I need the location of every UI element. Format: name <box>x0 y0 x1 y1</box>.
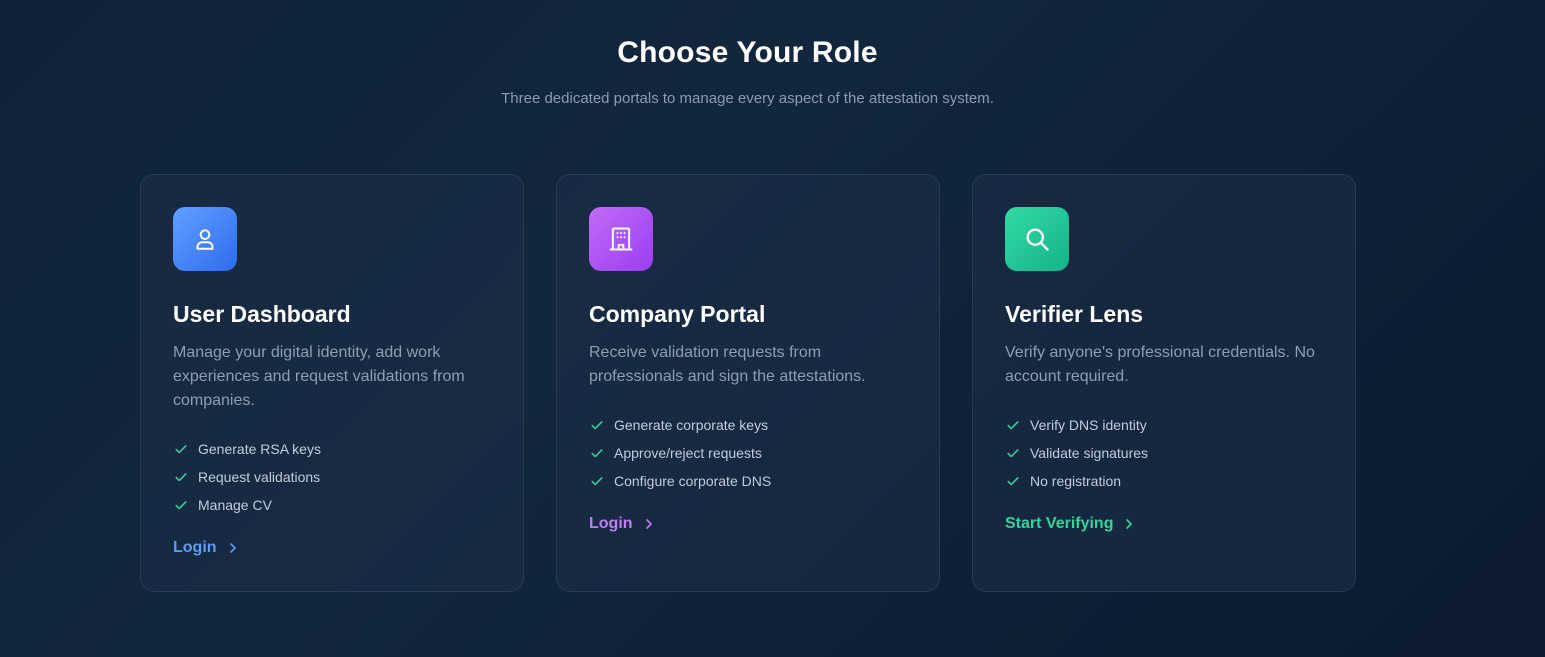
feature-item: Request validations <box>173 463 491 491</box>
feature-label: Verify DNS identity <box>1030 417 1147 433</box>
feature-item: Approve/reject requests <box>589 439 907 467</box>
chevron-right-icon <box>229 543 236 553</box>
check-icon <box>1007 449 1019 458</box>
feature-label: Approve/reject requests <box>614 445 762 461</box>
building-icon <box>589 207 653 271</box>
check-icon <box>1007 477 1019 486</box>
role-card-user-dashboard: User Dashboard Manage your digital ident… <box>140 174 524 592</box>
feature-list: Generate corporate keys Approve/reject r… <box>589 411 907 495</box>
feature-item: Generate corporate keys <box>589 411 907 439</box>
check-icon <box>591 477 603 486</box>
feature-label: Manage CV <box>198 497 272 513</box>
page-title: Choose Your Role <box>617 36 878 69</box>
card-description: Manage your digital identity, add work e… <box>173 344 465 409</box>
user-login-link[interactable]: Login <box>173 539 239 557</box>
cta-label: Start Verifying <box>1005 515 1114 532</box>
check-icon <box>175 501 187 510</box>
feature-item: Manage CV <box>173 491 491 519</box>
cta-label: Login <box>173 539 217 556</box>
check-icon <box>175 473 187 482</box>
card-title: Company Portal <box>589 301 766 327</box>
start-verifying-link[interactable]: Start Verifying <box>1005 515 1135 533</box>
feature-item: Configure corporate DNS <box>589 467 907 495</box>
card-description: Receive validation requests from profess… <box>589 344 866 385</box>
card-title: User Dashboard <box>173 301 351 327</box>
check-icon <box>591 421 603 430</box>
feature-label: Configure corporate DNS <box>614 473 772 489</box>
check-icon <box>175 445 187 454</box>
feature-item: Validate signatures <box>1005 439 1323 467</box>
company-login-link[interactable]: Login <box>589 515 655 533</box>
check-icon <box>591 449 603 458</box>
feature-label: No registration <box>1030 473 1122 489</box>
role-card-company-portal: Company Portal Receive validation reques… <box>556 174 940 592</box>
check-icon <box>1007 421 1019 430</box>
feature-item: No registration <box>1005 467 1323 495</box>
feature-item: Generate RSA keys <box>173 435 491 463</box>
feature-label: Validate signatures <box>1030 445 1149 461</box>
chevron-right-icon <box>1126 519 1133 529</box>
search-icon <box>1005 207 1069 271</box>
feature-label: Generate corporate keys <box>614 417 769 433</box>
feature-item: Verify DNS identity <box>1005 411 1323 439</box>
chevron-right-icon <box>645 519 652 529</box>
role-card-verifier-lens: Verifier Lens Verify anyone's profession… <box>972 174 1356 592</box>
feature-label: Generate RSA keys <box>198 441 321 457</box>
feature-list: Verify DNS identity Validate signatures … <box>1005 411 1323 495</box>
page-subtitle: Three dedicated portals to manage every … <box>501 90 994 107</box>
feature-list: Generate RSA keys Request validations Ma… <box>173 435 491 519</box>
card-title: Verifier Lens <box>1005 301 1144 327</box>
card-description: Verify anyone's professional credentials… <box>1005 344 1315 385</box>
feature-label: Request validations <box>198 469 321 485</box>
user-icon <box>173 207 237 271</box>
cta-label: Login <box>589 515 633 532</box>
